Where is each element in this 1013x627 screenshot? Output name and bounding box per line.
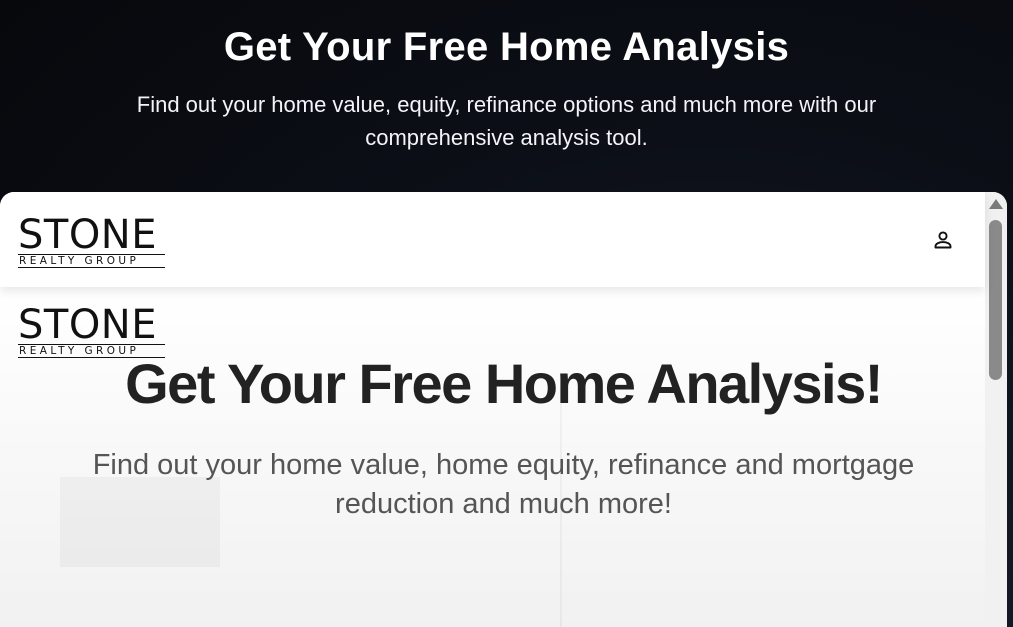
hero-header: Get Your Free Home Analysis Find out you… bbox=[0, 0, 1013, 192]
embedded-site-frame: STONE REALTY GROUP STONE REALTY GROUP Ge… bbox=[0, 192, 1007, 627]
stone-realty-logo[interactable]: STONE REALTY GROUP bbox=[18, 214, 168, 270]
scrollbar-thumb[interactable] bbox=[989, 220, 1002, 380]
logo-wordmark: STONE bbox=[18, 302, 158, 348]
page-subheading: Find out your home value, home equity, r… bbox=[92, 449, 915, 520]
site-navbar: STONE REALTY GROUP bbox=[0, 192, 985, 287]
hero-subtitle: Find out your home value, equity, refina… bbox=[136, 92, 877, 150]
page-heading: Get Your Free Home Analysis! bbox=[125, 352, 883, 415]
hero-title: Get Your Free Home Analysis bbox=[223, 25, 790, 69]
person-icon[interactable] bbox=[931, 228, 955, 252]
scroll-up-arrow-icon[interactable] bbox=[989, 199, 1003, 209]
vertical-scrollbar[interactable] bbox=[985, 192, 1007, 627]
logo-wordmark: STONE bbox=[18, 212, 158, 258]
logo-tagline: REALTY GROUP bbox=[18, 254, 165, 268]
